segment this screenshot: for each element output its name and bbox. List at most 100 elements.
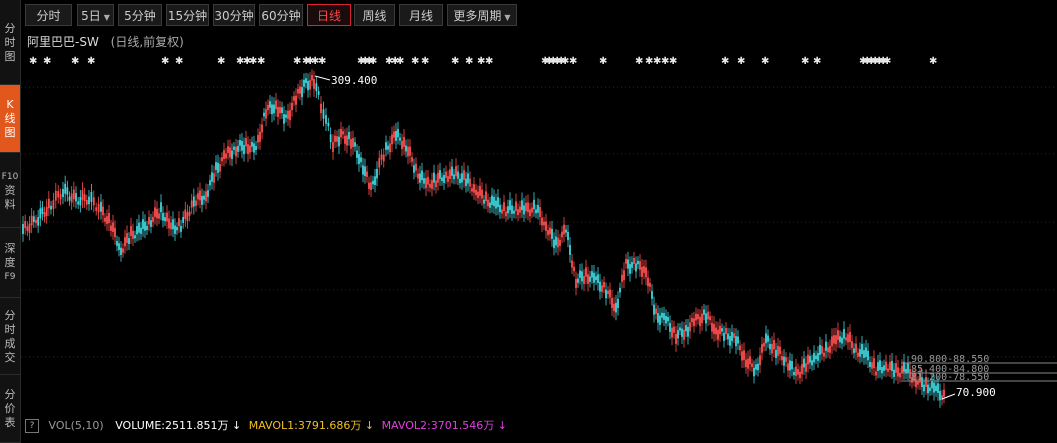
candle-body <box>362 165 364 175</box>
candle-body <box>449 169 451 180</box>
candle-body <box>255 146 257 151</box>
candle-body <box>263 112 265 117</box>
candle-body <box>311 74 313 81</box>
candle-body <box>547 230 549 236</box>
candle-body <box>283 114 285 124</box>
candle-body <box>207 190 209 197</box>
candle-body <box>176 226 178 231</box>
tab-6[interactable]: 日线 <box>307 4 351 26</box>
candle-body <box>603 282 605 288</box>
candle-body <box>54 190 57 201</box>
candle-body <box>235 146 237 157</box>
candle-body <box>637 260 639 265</box>
candle-body <box>529 209 531 217</box>
candle-body <box>443 175 445 183</box>
candle-body <box>721 328 723 332</box>
candle-body <box>247 144 249 155</box>
candle-body <box>935 385 937 392</box>
tab-4[interactable]: 30分钟 <box>213 4 255 26</box>
candle-body <box>803 358 805 368</box>
candle-body <box>619 287 621 293</box>
candle-body <box>649 282 651 287</box>
candle-body <box>293 96 295 101</box>
candle-body <box>64 183 67 194</box>
candle-body <box>687 326 689 337</box>
tab-7[interactable]: 周线 <box>354 4 395 26</box>
tab-3[interactable]: 15分钟 <box>166 4 209 26</box>
candle-body <box>285 114 287 118</box>
candle-body <box>277 107 279 117</box>
candle-body <box>251 141 253 147</box>
tab-8[interactable]: 月线 <box>399 4 443 26</box>
candle-body <box>783 356 785 366</box>
help-icon[interactable]: ? <box>25 419 39 433</box>
candle-body <box>487 199 489 207</box>
candle-body <box>793 371 795 376</box>
candle-body <box>899 372 901 378</box>
sidebar-item-1[interactable]: K线图 <box>0 85 20 153</box>
candle-body <box>289 110 291 121</box>
candle-body <box>380 154 383 160</box>
candle-body <box>595 276 597 281</box>
sidebar-item-4[interactable]: 分时成交 <box>0 298 20 375</box>
kline-chart-svg[interactable]: ✱ ✱ ✱ ✱ ✱ ✱ ✱ ✱✱✱ ✱ ✱ ✱✱✱✱ ✱✱✱✱ ✱✱✱ ✱ ✱ ✱ ✱ ✱ ✱ ✱✱✱✱✱✱ ✱ ✱ ✱ ✱ ✱… <box>21 50 1057 415</box>
candle-body <box>579 270 581 278</box>
tab-2[interactable]: 5分钟 <box>118 4 162 26</box>
mavol2-value: 3701.546万 <box>430 419 495 432</box>
candle-body <box>611 297 613 308</box>
candle-body <box>138 222 140 233</box>
sidebar-item-3[interactable]: 深度 F9 <box>0 228 20 298</box>
candle-body <box>307 80 309 91</box>
candle-body <box>881 367 883 374</box>
candle-body <box>397 128 399 138</box>
tab-5[interactable]: 60分钟 <box>259 4 303 26</box>
sidebar-item-0[interactable]: 分时图 <box>0 0 20 85</box>
candle-body <box>537 205 539 213</box>
tab-0[interactable]: 分时 <box>25 4 72 26</box>
candle-body <box>673 326 675 333</box>
candle-body <box>929 387 931 392</box>
candle-body <box>755 364 757 370</box>
candle-body <box>809 356 811 363</box>
candle-body <box>737 336 739 344</box>
candle-body <box>315 83 318 92</box>
candle-body <box>455 166 457 177</box>
candle-body <box>713 324 715 334</box>
candle-body <box>433 172 435 183</box>
candle-body <box>237 145 239 152</box>
sidebar-item-label: 时 <box>4 322 16 336</box>
candle-body <box>731 332 733 342</box>
candle-body <box>182 217 185 223</box>
candle-body <box>797 369 799 375</box>
candle-body <box>635 263 637 272</box>
sidebar-item-5[interactable]: 分价表 <box>0 375 20 443</box>
candle-body <box>815 355 817 360</box>
candle-body <box>933 382 935 393</box>
candle-body <box>501 209 503 214</box>
candle-body <box>166 212 168 222</box>
sidebar-item-2[interactable]: F10 资料 <box>0 153 20 228</box>
candle-body <box>615 302 617 313</box>
candle-body <box>188 211 191 216</box>
candle-body <box>201 195 203 205</box>
candle-body <box>340 128 342 138</box>
tab-label: 30分钟 <box>214 9 254 23</box>
sidebar-item-label: K <box>6 98 14 111</box>
candle-body <box>745 359 747 368</box>
candle-body <box>545 221 547 231</box>
volume-indicator-name: VOL(5,10) <box>48 419 104 432</box>
candle-body <box>90 191 93 202</box>
star-marker-icon: ✱ <box>801 56 809 67</box>
candle-body <box>57 191 60 198</box>
candle-body <box>352 138 354 148</box>
candle-body <box>431 180 433 189</box>
sidebar-item-label: F10 <box>1 171 19 182</box>
tab-9[interactable]: 更多周期 ▼ <box>447 4 517 26</box>
tab-1[interactable]: 5日 ▼ <box>77 4 114 26</box>
candle-body <box>441 177 443 182</box>
kline-chart[interactable]: ✱ ✱ ✱ ✱ ✱ ✱ ✱ ✱ ✱ ✱ ✱ ✱ ✱ ✱ ✱ ✱ ✱ ✱ ✱ ✱ ✱ ✱ ✱ ✱ ✱ ✱ ✱ ✱ ✱ ✱ ✱ ✱ ✱ ✱ ✱ ✱ ✱ ✱ ✱ ✱… <box>21 50 1057 415</box>
star-marker-icon: ✱ <box>293 56 301 67</box>
candle-body <box>513 210 515 214</box>
caret-down-icon: ▼ <box>103 13 110 22</box>
candle-body <box>313 78 315 89</box>
